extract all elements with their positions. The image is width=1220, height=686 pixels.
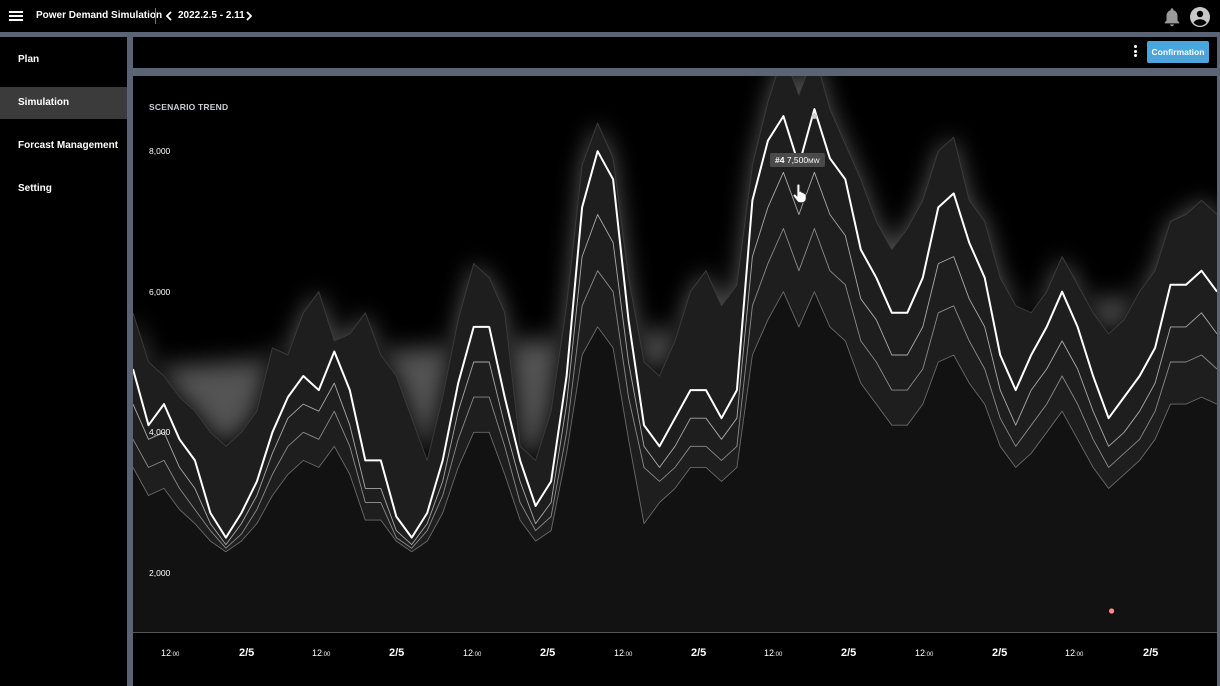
x-tick-label: 2/5 (239, 647, 255, 659)
sidebar: Plan Simulation Forcast Management Setti… (0, 37, 127, 686)
x-tick-minute: :00 (171, 652, 180, 658)
x-tick-label: 12:00 (614, 648, 632, 658)
tooltip-value: 7,500 (786, 155, 809, 165)
highlight-point[interactable] (811, 113, 818, 119)
x-tick-hour: 12 (764, 648, 775, 658)
tooltip-unit: MW (808, 158, 820, 165)
tooltip-id: #4 (775, 155, 785, 165)
toolbar: Confirmation (133, 37, 1217, 68)
chart-title: SCENARIO TREND (149, 102, 229, 112)
x-tick-label: 2/5 (841, 647, 857, 659)
more-vert-icon[interactable] (1131, 45, 1139, 59)
sidebar-item-label: Forcast Management (18, 140, 119, 151)
x-tick-minute: :00 (322, 652, 331, 658)
x-tick-label: 2/5 (992, 647, 1008, 659)
confirmation-button[interactable]: Confirmation (1147, 41, 1209, 63)
x-tick-label: 12:00 (764, 648, 782, 658)
chevron-left-icon[interactable] (163, 9, 175, 23)
x-tick-label: 12:00 (312, 648, 330, 658)
x-tick-hour: 12 (463, 648, 474, 658)
x-tick-hour: 12 (161, 648, 172, 658)
chart-canvas (133, 76, 1217, 632)
low-marker-point[interactable] (1108, 608, 1115, 614)
sidebar-item-label: Setting (18, 183, 52, 194)
x-tick-hour: 12 (312, 648, 323, 658)
x-tick-label: 2/5 (540, 647, 556, 659)
sidebar-item-simulation[interactable]: Simulation (0, 87, 127, 119)
sidebar-item-label: Plan (18, 54, 40, 65)
x-tick-minute: :00 (1075, 652, 1084, 658)
x-tick-label: 12:00 (161, 648, 179, 658)
sidebar-item-plan[interactable]: Plan (0, 44, 127, 76)
chart-tooltip: #4 7,500MW (770, 153, 825, 167)
sidebar-item-forcast-management[interactable]: Forcast Management (0, 130, 127, 162)
x-axis-line (133, 632, 1217, 633)
y-tick-label: 2,000 (149, 568, 171, 578)
y-tick-label: 6,000 (149, 287, 171, 297)
scenario-trend-chart: SCENARIO TREND 8,000 6,000 4,000 2,000 1… (133, 76, 1217, 686)
x-tick-label: 2/5 (691, 647, 707, 659)
account-icon[interactable] (1188, 5, 1212, 29)
x-tick-minute: :00 (925, 652, 934, 658)
hand-cursor-icon (792, 183, 807, 203)
x-tick-minute: :00 (473, 652, 482, 658)
x-tick-label: 2/5 (1143, 647, 1159, 659)
app-title: Power Demand Simulation (36, 10, 163, 21)
y-tick-label: 4,000 (149, 427, 171, 437)
panel-divider (133, 68, 1220, 76)
top-bar: Power Demand Simulation 2022.2.5 - 2.11 (0, 0, 1220, 32)
x-tick-hour: 12 (614, 648, 625, 658)
menu-icon[interactable] (8, 8, 24, 24)
y-tick-label: 8,000 (149, 146, 171, 156)
x-tick-hour: 12 (1065, 648, 1076, 658)
header-divider (155, 8, 156, 24)
date-range: 2022.2.5 - 2.11 (178, 10, 245, 21)
x-tick-minute: :00 (624, 652, 633, 658)
x-tick-label: 12:00 (915, 648, 933, 658)
x-tick-minute: :00 (774, 652, 783, 658)
sidebar-item-label: Simulation (18, 97, 70, 108)
x-tick-label: 12:00 (1065, 648, 1083, 658)
chevron-right-icon[interactable] (243, 9, 255, 23)
bell-icon[interactable] (1161, 6, 1183, 28)
x-tick-label: 12:00 (463, 648, 481, 658)
sidebar-item-setting[interactable]: Setting (0, 173, 127, 205)
x-tick-hour: 12 (915, 648, 926, 658)
x-tick-label: 2/5 (389, 647, 405, 659)
